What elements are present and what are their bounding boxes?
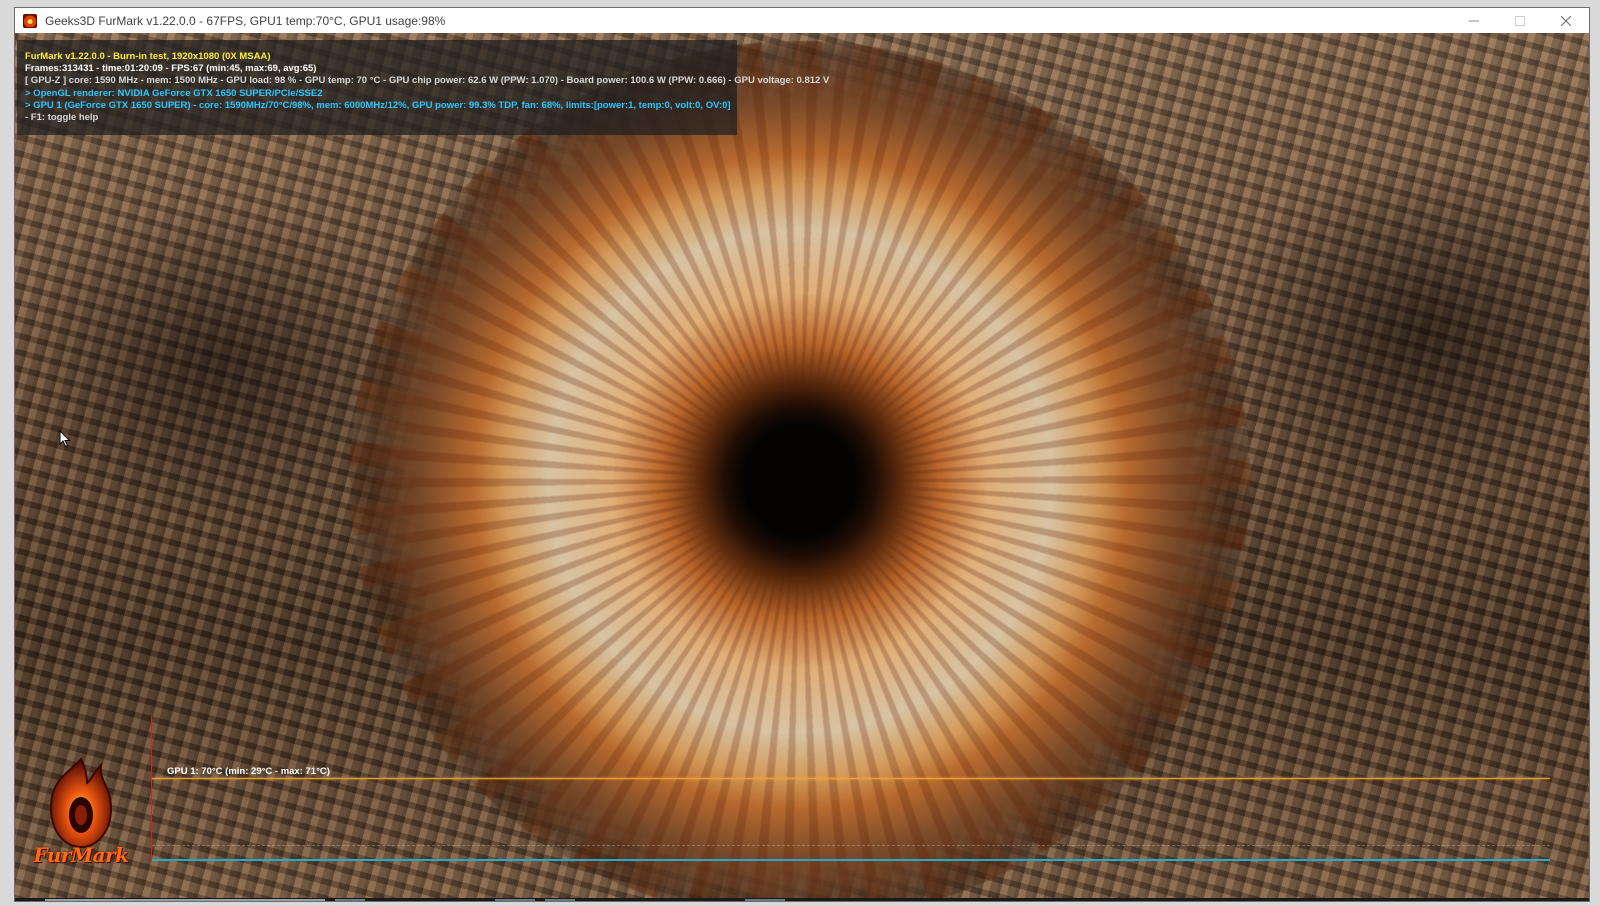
strip-segment	[545, 899, 575, 901]
strip-segment	[495, 899, 535, 901]
furmark-flame-icon	[49, 757, 113, 849]
furmark-logo: FurMark	[21, 753, 141, 871]
minimize-icon	[1469, 20, 1479, 21]
close-button[interactable]	[1543, 8, 1589, 33]
furmark-window: Geeks3D FurMark v1.22.0.0 - 67FPS, GPU1 …	[14, 7, 1590, 902]
gpuz-sensor-line: [ GPU-Z ] core: 1590 MHz - mem: 1500 MHz…	[25, 75, 830, 87]
mouse-pointer-icon	[59, 430, 71, 448]
stats-overlay-panel: FurMark v1.22.0.0 - Burn-in test, 1920x1…	[17, 40, 829, 135]
minimize-button[interactable]	[1451, 8, 1497, 33]
opengl-renderer-line: > OpenGL renderer: NVIDIA GeForce GTX 16…	[25, 87, 323, 99]
temperature-graph-baseline	[152, 859, 1550, 861]
help-hint-line: - F1: toggle help	[25, 112, 99, 124]
maximize-button[interactable]	[1497, 8, 1543, 33]
close-icon	[1561, 15, 1571, 26]
temperature-graph-label: GPU 1: 70°C (min: 29°C - max: 71°C)	[167, 766, 330, 777]
fur-donut-render	[350, 41, 1250, 901]
window-controls	[1451, 8, 1589, 33]
gpu-status-line: > GPU 1 (GeForce GTX 1650 SUPER) - core:…	[25, 99, 731, 111]
stats-overlay-text: FurMark v1.22.0.0 - Burn-in test, 1920x1…	[25, 51, 829, 124]
temperature-graph-axis	[151, 716, 152, 861]
render-viewport[interactable]: FurMark v1.22.0.0 - Burn-in test, 1920x1…	[15, 33, 1589, 901]
furmark-logo-text: FurMark	[33, 843, 129, 867]
maximize-icon	[1515, 15, 1525, 26]
window-title: Geeks3D FurMark v1.22.0.0 - 67FPS, GPU1 …	[45, 13, 446, 28]
temperature-graph-gridline	[152, 845, 1550, 846]
frames-fps-line: Frames:313431 - time:01:20:09 - FPS:67 (…	[25, 63, 317, 75]
temperature-graph-line	[152, 778, 1550, 779]
title-bar[interactable]: Geeks3D FurMark v1.22.0.0 - 67FPS, GPU1 …	[15, 8, 1589, 34]
strip-segment	[335, 899, 365, 901]
strip-segment	[45, 899, 325, 901]
strip-segment	[745, 899, 785, 901]
benchmark-mode-line: FurMark v1.22.0.0 - Burn-in test, 1920x1…	[25, 51, 271, 62]
furmark-app-icon[interactable]	[23, 13, 37, 28]
bottom-status-strip	[15, 898, 1589, 901]
